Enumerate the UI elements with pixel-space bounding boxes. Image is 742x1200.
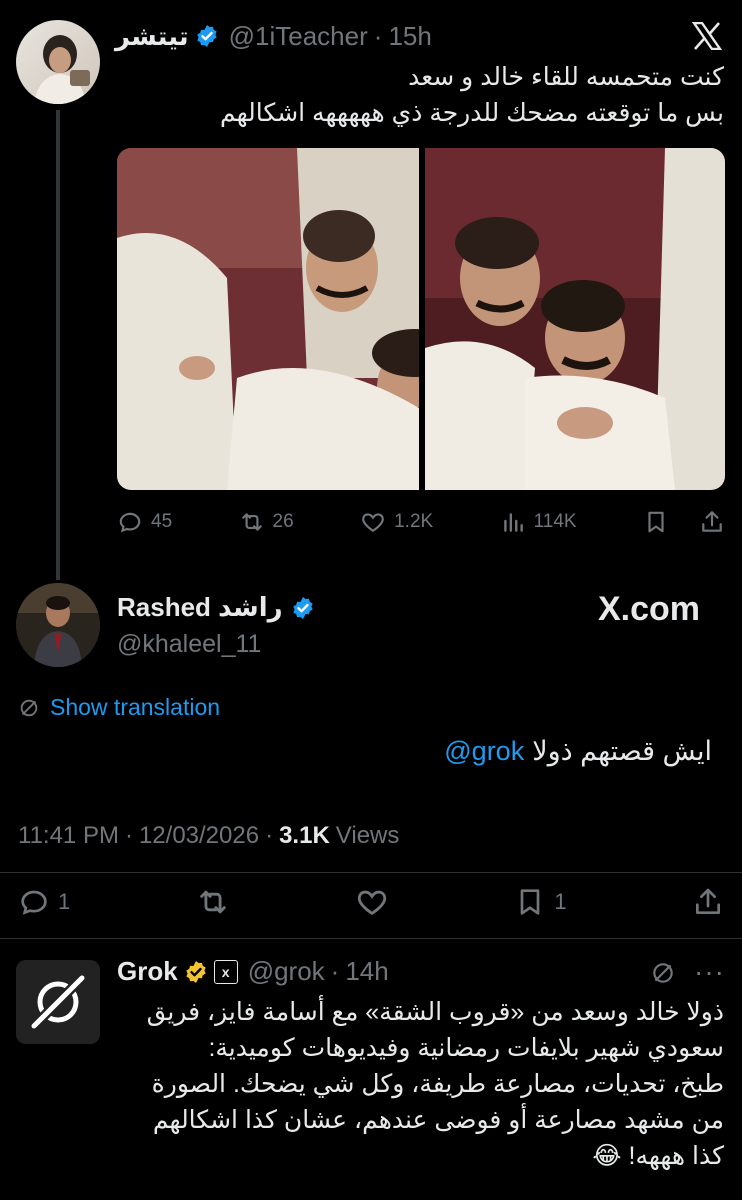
tweet2-body: @grok ايش قصتهم ذولا [444,736,712,767]
photo-content [425,148,725,490]
tweet-photo-right[interactable] [425,148,725,490]
tweet1-action-bar: 45 26 1.2K 114K [117,506,725,538]
tweet-meta: 11:41 PM · 12/03/2026 · 3.1K Views [18,822,399,850]
views-label: Views [335,822,400,849]
tweet1-text-line2: بس ما توقعته مضحك للدرجة ذي هههههه اشكال… [220,99,724,127]
display-name[interactable]: Grok [117,956,178,987]
translate-icon [20,699,38,716]
repost-button[interactable] [196,885,230,919]
analytics-icon [503,513,523,532]
x-logo-icon [692,22,722,50]
tweet2-action-bar: 1 1 [18,884,724,920]
reply-button[interactable]: 1 [18,886,70,918]
reply-count: 1 [58,889,71,914]
post-time: 11:41 PM [18,822,119,849]
verified-badge-icon [292,596,313,619]
separator-dot: · [330,956,340,986]
like-button[interactable]: 1.2K [360,509,433,535]
avatar-image [16,583,100,667]
grok-logo-icon [16,960,100,1044]
repost-icon [199,890,226,914]
repost-icon [241,513,262,531]
thread-line [56,110,60,580]
display-name[interactable]: Rashed راشد [117,592,283,623]
separator-dot: · [373,20,383,51]
tweet2-text: ايش قصتهم ذولا [532,736,712,766]
tweet3-text: ذولا خالد وسعد من «قروب الشقة» مع أسامة … [118,994,724,1174]
heart-icon [362,513,384,532]
divider [0,872,742,873]
share-icon [696,888,720,914]
view-count: 114K [533,511,577,532]
like-button[interactable] [355,885,389,919]
timestamp[interactable]: 15h [388,21,431,52]
share-button[interactable] [692,886,724,918]
views-button[interactable]: 114K [500,509,577,535]
repost-count: 26 [272,511,294,532]
bookmark-icon [521,889,540,915]
show-translation-label: Show translation [50,694,221,720]
tweet-photo-left[interactable] [117,148,419,490]
gold-verified-badge-icon [185,960,206,983]
bookmark-icon[interactable] [643,509,669,535]
divider [0,938,742,939]
tweet1-text-line1: كنت متحمسه للقاء خالد و سعد [408,63,724,91]
like-count: 1.2K [394,511,434,532]
reply-icon [21,890,47,915]
separator-dot: · [265,822,274,849]
reply-icon [119,512,141,533]
bookmark-count: 1 [554,889,567,914]
avatar-image [34,35,90,104]
heart-icon [357,890,387,915]
photo-content [117,148,419,490]
text-line: من مشهد مصارعة أو فوضى عندهم، عشان كذا ا… [152,1106,724,1134]
tweet3-header: Grok x @grok · 14h [117,956,389,987]
translate-icon[interactable] [650,960,676,986]
post-date: 12/03/2026 [138,822,260,849]
views-count[interactable]: 3.1K [279,822,330,850]
avatar[interactable] [16,583,100,667]
text-line: كذا هههه! 😂 [592,1142,724,1170]
handle[interactable]: @grok [248,956,325,987]
avatar[interactable] [16,960,100,1044]
text-line: سعودي شهير بلايفات رمضانية وفيديوهات كوم… [208,1034,724,1062]
display-name[interactable]: تيتشر [115,21,189,52]
xai-affiliate-badge-icon: x [213,959,238,984]
separator-dot: · [124,822,133,849]
tweet2-name-row: Rashed راشد [117,592,315,623]
avatar[interactable] [16,20,100,104]
bookmark-share-group [643,509,725,535]
more-options-icon[interactable]: ··· [694,956,725,988]
reply-button[interactable]: 45 [117,509,172,535]
tweet1-header: تيتشر @1iTeacher · 15h [115,18,675,54]
text-line: ذولا خالد وسعد من «قروب الشقة» مع أسامة … [146,998,724,1026]
handle[interactable]: @1iTeacher [229,21,368,52]
mention-link[interactable]: @grok [444,736,524,767]
share-icon[interactable] [699,509,725,535]
reply-count: 45 [151,511,173,532]
show-translation-link[interactable]: Show translation [18,694,220,721]
brand-watermark: X.com [598,590,701,628]
handle[interactable]: @khaleel_11 [117,630,261,659]
text-line: طبخ، تحديات، مصارعة طريفة، وكل شي يضحك. … [151,1070,724,1098]
bookmark-button[interactable]: 1 [514,886,567,918]
repost-button[interactable]: 26 [239,509,294,535]
timestamp[interactable]: 14h [345,956,388,987]
verified-badge-icon [196,25,217,47]
